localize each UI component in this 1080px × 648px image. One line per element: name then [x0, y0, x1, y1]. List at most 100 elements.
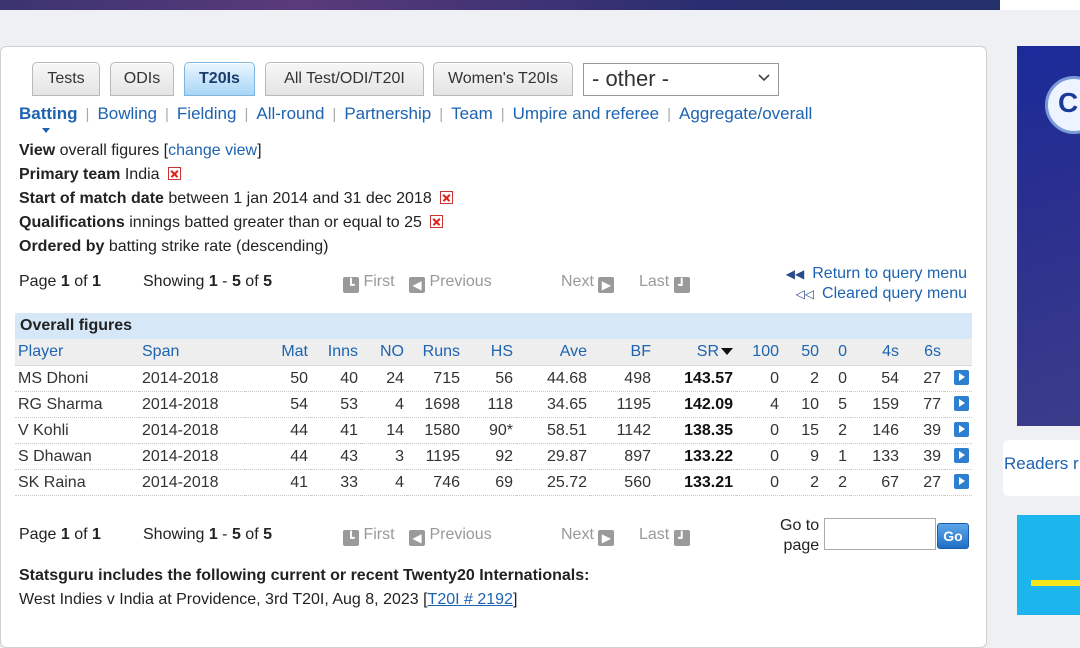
tab-all-formats[interactable]: All Test/ODI/T20I [265, 62, 424, 96]
rewind-outline-icon: ◁◁ [795, 287, 815, 301]
player-name: S Dhawan [15, 443, 139, 470]
stat-cell: 25.72 [516, 469, 590, 496]
stat-cell: 2 [782, 469, 822, 496]
stat-cell: 54 [850, 365, 902, 392]
nav-all-round[interactable]: All-round [256, 104, 324, 124]
row-action[interactable] [944, 469, 972, 496]
play-arrow-icon[interactable] [954, 473, 969, 489]
sidebar-ad-banner-2[interactable] [1017, 515, 1080, 615]
stat-cell: 0 [736, 443, 782, 470]
col-inns[interactable]: Inns [311, 339, 361, 366]
col-mat[interactable]: Mat [245, 339, 311, 366]
previous-page-button-bottom[interactable]: ◀ Previous [409, 526, 492, 546]
stat-cell: 67 [850, 469, 902, 496]
col-50[interactable]: 50 [782, 339, 822, 366]
sidebar-ad-banner[interactable]: C [1017, 46, 1080, 426]
row-action[interactable] [944, 391, 972, 418]
stat-cell: 33 [311, 469, 361, 496]
stat-cell: 54 [245, 391, 311, 418]
stat-cell: 69 [463, 469, 516, 496]
showing-indicator: Showing 1 - 5 of 5 [143, 273, 272, 290]
play-arrow-icon[interactable] [954, 447, 969, 463]
goto-page-label: Go to page [780, 517, 820, 554]
active-nav-caret-icon [42, 128, 50, 133]
row-action[interactable] [944, 443, 972, 470]
col-runs[interactable]: Runs [407, 339, 463, 366]
stat-cell: 118 [463, 391, 516, 418]
other-format-select[interactable]: - other - [583, 63, 779, 96]
nav-fielding[interactable]: Fielding [177, 104, 237, 124]
statsguru-includes-title: Statsguru includes the following current… [19, 567, 590, 584]
stat-cell: 133.22 [654, 443, 736, 470]
return-to-query-link[interactable]: ◀◀ Return to query menu [786, 264, 967, 284]
stat-cell: 143.57 [654, 365, 736, 392]
tab-odis[interactable]: ODIs [110, 62, 174, 96]
col-sr[interactable]: SR [654, 339, 736, 366]
play-arrow-icon[interactable] [954, 421, 969, 437]
previous-page-button[interactable]: ◀ Previous [409, 273, 492, 293]
col-bf[interactable]: BF [590, 339, 654, 366]
stat-cell: 27 [902, 469, 944, 496]
last-page-icon: ┛ [673, 530, 690, 546]
col-6s[interactable]: 6s [902, 339, 944, 366]
stat-cell: 133.21 [654, 469, 736, 496]
stat-cell: 1698 [407, 391, 463, 418]
play-arrow-icon[interactable] [954, 395, 969, 411]
page-indicator-bottom: Page 1 of 1 [19, 526, 101, 543]
row-action[interactable] [944, 365, 972, 392]
next-page-button[interactable]: Next ▶ [561, 273, 615, 293]
remove-qualification-icon[interactable] [429, 215, 443, 228]
stat-cell: 34.65 [516, 391, 590, 418]
readers-widget[interactable]: Readers r [1003, 440, 1080, 496]
col-span[interactable]: Span [139, 339, 245, 366]
nav-team[interactable]: Team [451, 104, 493, 124]
stat-cell: 1195 [407, 443, 463, 470]
nav-batting[interactable]: Batting [19, 104, 78, 124]
cleared-query-link[interactable]: ◁◁ Cleared query menu [786, 284, 967, 304]
col-100[interactable]: 100 [736, 339, 782, 366]
t20i-match-link[interactable]: T20I # 2192 [428, 591, 513, 608]
col-no[interactable]: NO [361, 339, 407, 366]
last-page-icon: ┛ [673, 277, 690, 293]
goto-page-input[interactable] [824, 518, 936, 550]
stat-cell: 2014-2018 [139, 365, 245, 392]
table-row: V Kohli 2014-2018 44 41 14 1580 90* 58.51 1142 13… [15, 417, 972, 444]
col-ave[interactable]: Ave [516, 339, 590, 366]
stat-cell: 1 [822, 443, 850, 470]
go-button[interactable]: Go [937, 523, 969, 549]
stat-cell: 897 [590, 443, 654, 470]
overall-figures-table: Overall figures Player Span Mat Inns NO … [15, 313, 972, 496]
first-page-button[interactable]: ┗ First [343, 273, 395, 293]
stat-cell: 146 [850, 417, 902, 444]
query-links: ◀◀ Return to query menu ◁◁ Cleared query m… [786, 264, 967, 304]
col-0[interactable]: 0 [822, 339, 850, 366]
first-page-button-bottom[interactable]: ┗ First [343, 526, 395, 546]
play-arrow-icon[interactable] [954, 369, 969, 385]
nav-umpire-referee[interactable]: Umpire and referee [513, 104, 659, 124]
col-player[interactable]: Player [15, 339, 139, 366]
nav-partnership[interactable]: Partnership [344, 104, 431, 124]
stat-cell: 92 [463, 443, 516, 470]
row-action[interactable] [944, 417, 972, 444]
tab-t20is[interactable]: T20Is [184, 62, 255, 96]
stat-cell: 56 [463, 365, 516, 392]
first-page-icon: ┗ [343, 277, 359, 293]
last-page-button[interactable]: Last ┛ [639, 273, 690, 293]
tab-womens-t20is[interactable]: Women's T20Is [433, 62, 573, 96]
next-page-button-bottom[interactable]: Next ▶ [561, 526, 615, 546]
stat-cell: 2014-2018 [139, 443, 245, 470]
change-view-link[interactable]: change view [168, 142, 257, 159]
stat-cell: 4 [736, 391, 782, 418]
tab-tests[interactable]: Tests [32, 62, 100, 96]
stat-cell: 4 [361, 469, 407, 496]
col-hs[interactable]: HS [463, 339, 516, 366]
remove-primary-team-icon[interactable] [167, 167, 181, 180]
nav-bowling[interactable]: Bowling [97, 104, 157, 124]
stat-cell: 715 [407, 365, 463, 392]
criteria-primary-team: Primary team India [19, 166, 181, 184]
nav-aggregate[interactable]: Aggregate/overall [679, 104, 812, 124]
remove-date-icon[interactable] [439, 191, 453, 204]
col-4s[interactable]: 4s [850, 339, 902, 366]
last-page-button-bottom[interactable]: Last ┛ [639, 526, 690, 546]
next-arrow-icon: ▶ [598, 277, 615, 293]
